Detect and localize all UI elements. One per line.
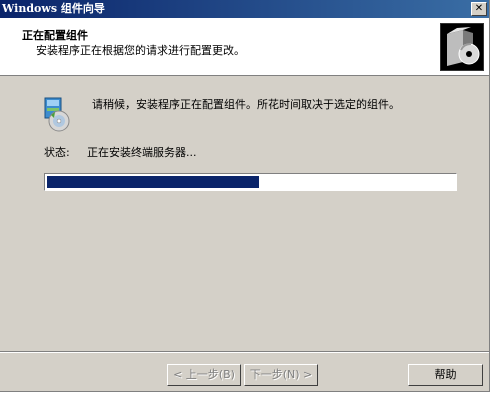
progress-bar xyxy=(44,173,457,191)
wizard-header: 正在配置组件 安装程序正在根据您的请求进行配置更改。 xyxy=(0,18,489,76)
header-subtitle: 安装程序正在根据您的请求进行配置更改。 xyxy=(36,44,245,57)
back-button[interactable]: < 上一步(B) xyxy=(167,364,241,386)
close-button[interactable]: ✕ xyxy=(471,2,487,16)
status-label: 状态: xyxy=(44,146,70,159)
button-area-divider xyxy=(0,351,489,353)
next-button[interactable]: 下一步(N) > xyxy=(244,364,318,386)
help-button[interactable]: 帮助 xyxy=(408,364,483,386)
progress-fill xyxy=(47,176,259,188)
window-title: Windows 组件向导 xyxy=(2,2,105,15)
wait-message: 请稍候，安装程序正在配置组件。所花时间取决于选定的组件。 xyxy=(92,98,400,111)
cd-box-icon xyxy=(440,23,484,71)
install-disc-icon xyxy=(42,96,74,132)
header-title: 正在配置组件 xyxy=(22,29,88,42)
status-value: 正在安装终端服务器... xyxy=(87,146,197,159)
title-bar: Windows 组件向导 ✕ xyxy=(0,0,489,18)
wizard-window: Windows 组件向导 ✕ 正在配置组件 安装程序正在根据您的请求进行配置更改… xyxy=(0,0,490,392)
